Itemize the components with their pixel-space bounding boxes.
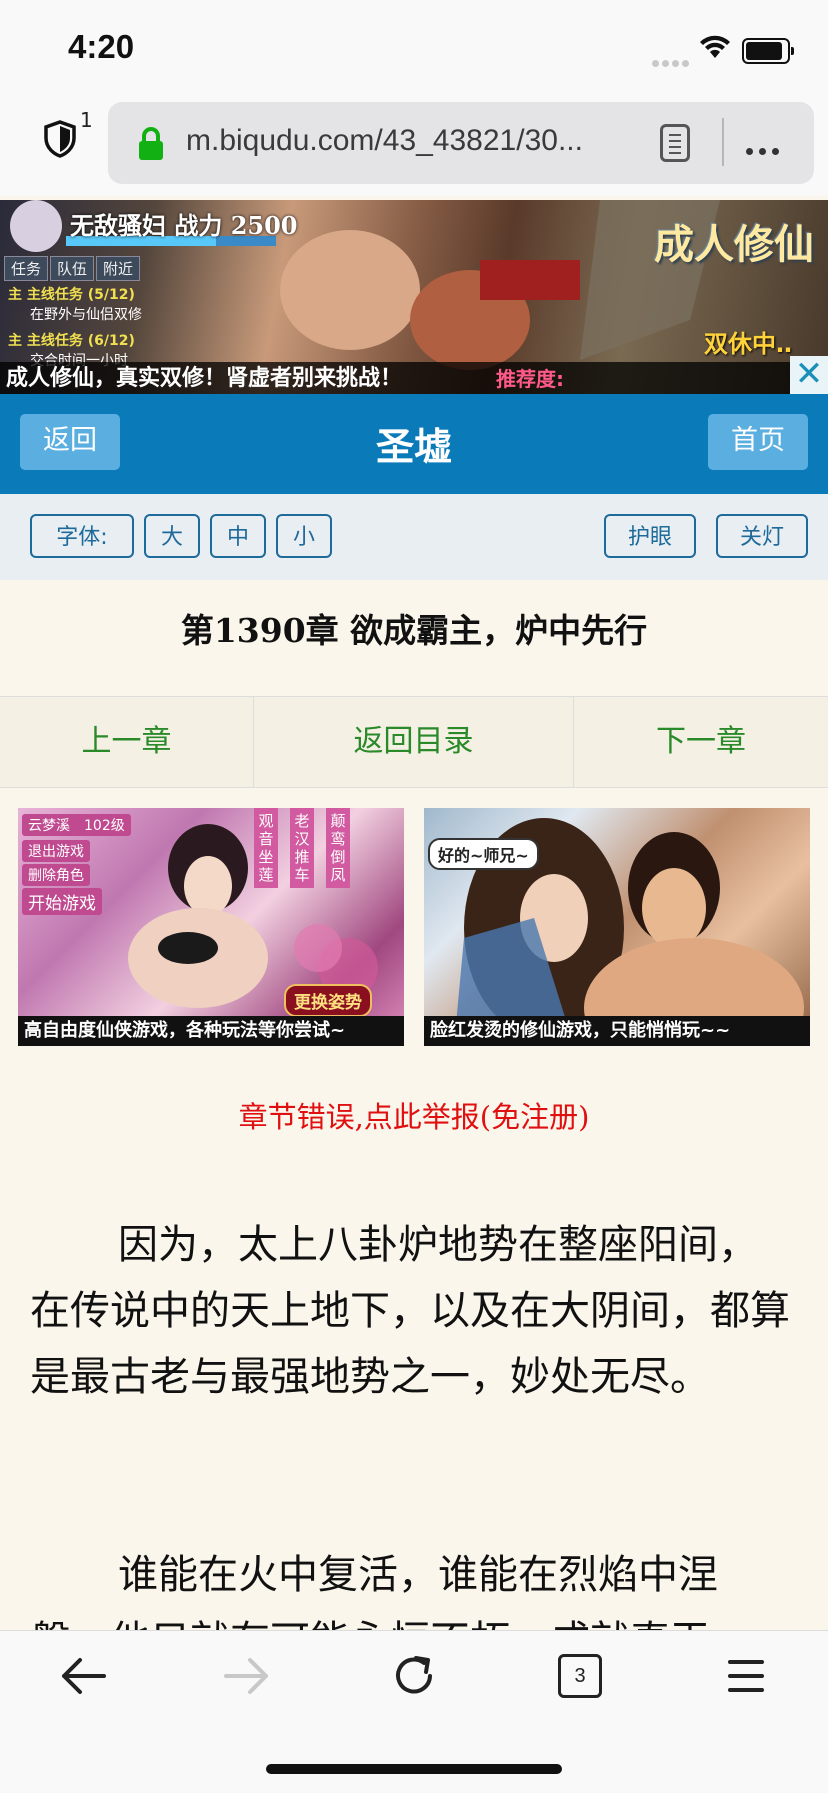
lights-off-button[interactable]: 关灯 — [716, 514, 808, 558]
chapter-title: 第1390章 欲成霸主，炉中先行 — [180, 611, 648, 650]
ad-swap-badge: 更换姿势 — [284, 984, 372, 1017]
ad-caption: 高自由度仙侠游戏，各种玩法等你尝试~ — [18, 1016, 404, 1046]
chapter-paragraph: 因为，太上八卦炉地势在整座阳间，在传说中的天上地下，以及在大阴间，都算是最古老与… — [30, 1222, 790, 1400]
ad-slogan: 成人修仙，真实双修！肾虚者别来挑战！ — [6, 365, 403, 391]
url-text[interactable]: m.biqudu.com/43_43821/30... — [186, 124, 626, 158]
ad-vertical-tag: 颠鸾倒凤 — [326, 808, 350, 888]
ad-quest: 主 主线任务 (5/12) — [8, 287, 135, 303]
status-time: 4:20 — [68, 28, 135, 65]
ad-tabs: 任务 队伍 附近 — [4, 256, 142, 281]
image-ad-left[interactable]: 云梦溪 102级 退出游戏 删除角色 开始游戏 观音坐莲 老汉推车 颠鸾倒凤 更… — [18, 808, 404, 1046]
report-error-link[interactable]: 章节错误,点此举报(免注册) — [0, 1094, 828, 1136]
forward-arrow-icon[interactable] — [222, 1654, 272, 1698]
tabs-counter-icon[interactable]: 3 — [558, 1654, 602, 1698]
ad-quest: 在野外与仙侣双修 — [30, 307, 142, 323]
ad-speech-bubble: 好的~师兄~ — [428, 838, 539, 870]
reader-mode-icon[interactable] — [660, 124, 690, 162]
ad-tab: 附近 — [96, 256, 141, 281]
menu-hamburger-icon[interactable] — [726, 1654, 766, 1698]
font-medium-button[interactable]: 中 — [210, 514, 266, 558]
ad-menu-item: 退出游戏 — [22, 840, 90, 862]
back-arrow-icon[interactable] — [58, 1654, 108, 1698]
wifi-icon — [700, 35, 730, 58]
table-of-contents-link[interactable]: 返回目录 — [254, 697, 574, 787]
ad-tab: 任务 — [4, 256, 49, 281]
banner-ad[interactable]: 无敌骚妇 战力 2500 任务 队伍 附近 主 主线任务 (5/12) 在野外与仙侣… — [0, 200, 828, 394]
prev-chapter-link[interactable]: 上一章 — [0, 697, 254, 787]
font-small-button[interactable]: 小 — [276, 514, 332, 558]
ad-quest: 主 主线任务 (6/12) — [8, 333, 135, 349]
close-ad-icon[interactable]: ✕ — [790, 356, 828, 394]
image-ad-right[interactable]: 好的~师兄~ 脸红发烫的修仙游戏，只能悄悄玩~~ — [424, 808, 810, 1046]
ad-status: 双休中‥ — [703, 330, 792, 358]
address-bar-divider — [722, 118, 724, 166]
ad-vertical-tag: 老汉推车 — [290, 808, 314, 888]
ad-game-title: 无敌骚妇 战力 2500 — [70, 211, 298, 240]
tracker-count: 1 — [80, 108, 93, 132]
ad-caption: 脸红发烫的修仙游戏，只能悄悄玩~~ — [424, 1016, 810, 1046]
ad-menu-item: 开始游戏 — [22, 888, 102, 915]
battery-icon — [742, 38, 794, 64]
font-large-button[interactable]: 大 — [144, 514, 200, 558]
font-size-label: 字体: — [30, 514, 134, 558]
ad-brand: 成人修仙 — [654, 221, 814, 268]
eye-care-button[interactable]: 护眼 — [604, 514, 696, 558]
ad-menu-item: 云梦溪 102级 — [22, 814, 131, 836]
book-title: 圣墟 — [375, 425, 452, 469]
home-indicator — [266, 1764, 562, 1774]
ad-menu-item: 删除角色 — [22, 864, 90, 886]
home-button[interactable]: 首页 — [708, 414, 808, 470]
reading-toolbar: 字体: 大 中 小 护眼 关灯 — [0, 494, 828, 580]
chapter-navigation: 上一章 返回目录 下一章 — [0, 696, 828, 788]
ad-vertical-tag: 观音坐莲 — [254, 808, 278, 888]
secure-lock-icon — [139, 127, 163, 160]
reload-icon[interactable] — [390, 1652, 438, 1700]
ad-tab: 队伍 — [50, 256, 95, 281]
site-header: 返回 圣墟 首页 — [0, 394, 828, 494]
ad-recommend: 推荐度: — [496, 367, 564, 391]
tracking-protection-shield-icon[interactable] — [44, 120, 76, 158]
page-actions-menu-icon[interactable] — [746, 140, 785, 159]
cellular-signal-icon — [652, 52, 692, 71]
next-chapter-link[interactable]: 下一章 — [574, 697, 828, 787]
